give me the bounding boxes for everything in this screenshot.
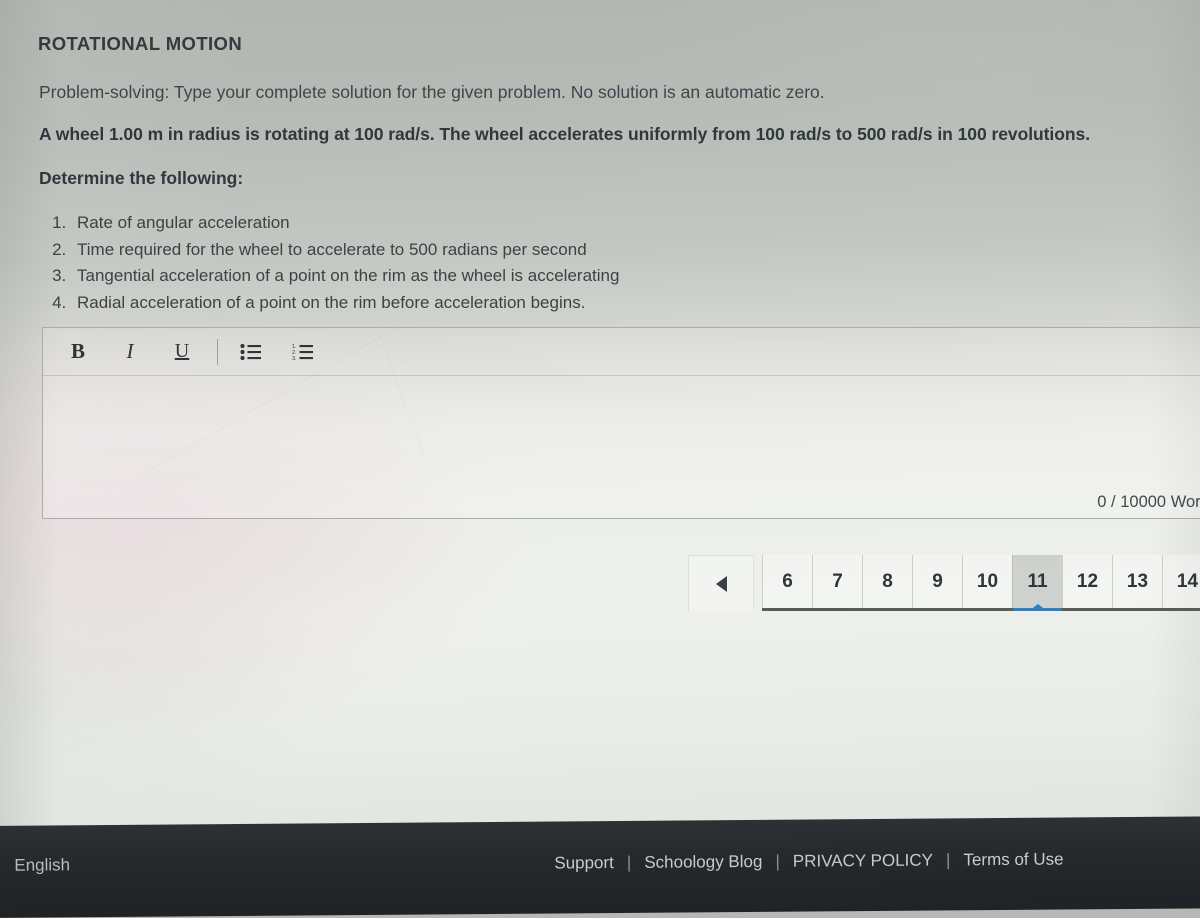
problem-statement: A wheel 1.00 m in radius is rotating at … [39, 124, 1091, 144]
rich-text-editor: B I U 1. 2. 3. 0 / 10000 Wor [42, 327, 1200, 519]
svg-text:3.: 3. [292, 356, 297, 361]
footer-separator: | [945, 850, 951, 870]
pagination: 6 7 8 9 10 11 12 13 14 [688, 555, 1200, 611]
italic-icon[interactable]: I [111, 335, 149, 369]
page-title: ROTATIONAL MOTION [38, 33, 243, 54]
page-number-12[interactable]: 12 [1062, 555, 1112, 608]
footer-link-privacy-policy[interactable]: PRIVACY POLICY [793, 851, 933, 872]
footer-link-terms-of-use[interactable]: Terms of Use [963, 850, 1063, 871]
page-number-group: 6 7 8 9 10 11 12 13 14 [762, 555, 1200, 611]
page-number-10[interactable]: 10 [962, 555, 1012, 608]
numbered-list-glyph: 1. 2. 3. [292, 344, 313, 361]
footer-inner: English Support | Schoology Blog | PRIVA… [0, 816, 1200, 918]
list-item: Tangential acceleration of a point on th… [71, 263, 619, 290]
determine-label: Determine the following: [39, 168, 244, 188]
bulleted-list-glyph [240, 343, 261, 360]
editor-text-area[interactable]: 0 / 10000 Word Lim [43, 376, 1200, 518]
site-footer: English Support | Schoology Blog | PRIVA… [0, 816, 1200, 918]
underline-icon[interactable]: U [163, 335, 201, 369]
bold-icon[interactable]: B [59, 335, 97, 369]
numbered-list-icon[interactable]: 1. 2. 3. [284, 335, 322, 369]
footer-separator: | [626, 852, 632, 872]
list-item: Rate of angular acceleration [71, 210, 619, 237]
caret-left-icon [715, 575, 727, 592]
page-number-8[interactable]: 8 [862, 555, 912, 608]
language-selector[interactable]: English [14, 855, 70, 875]
requirements-list: Rate of angular acceleration Time requir… [39, 210, 619, 316]
page-number-7[interactable]: 7 [812, 555, 862, 608]
toolbar-divider [217, 338, 218, 365]
page-number-6[interactable]: 6 [762, 555, 812, 608]
bold-button-label: B [70, 339, 85, 363]
page-number-13[interactable]: 13 [1112, 555, 1162, 608]
bulleted-list-icon[interactable] [232, 335, 270, 369]
underline-button-label: U [174, 340, 190, 362]
footer-links: Support | Schoology Blog | PRIVACY POLIC… [554, 850, 1063, 874]
previous-page-button[interactable] [688, 555, 754, 611]
assignment-instructions: Problem-solving: Type your complete solu… [39, 82, 825, 102]
footer-link-support[interactable]: Support [554, 853, 614, 873]
editor-toolbar: B I U 1. 2. 3. [43, 328, 1200, 376]
list-item: Time required for the wheel to accelerat… [71, 237, 619, 264]
word-limit-counter: 0 / 10000 Word Lim [1097, 493, 1200, 511]
footer-link-schoology-blog[interactable]: Schoology Blog [644, 852, 762, 873]
page-number-14[interactable]: 14 [1162, 555, 1200, 608]
page-number-9[interactable]: 9 [912, 555, 962, 608]
list-item: Radial acceleration of a point on the ri… [71, 290, 619, 317]
page-number-11[interactable]: 11 [1012, 555, 1062, 611]
italic-button-label: I [126, 339, 134, 363]
footer-separator: | [775, 851, 780, 871]
